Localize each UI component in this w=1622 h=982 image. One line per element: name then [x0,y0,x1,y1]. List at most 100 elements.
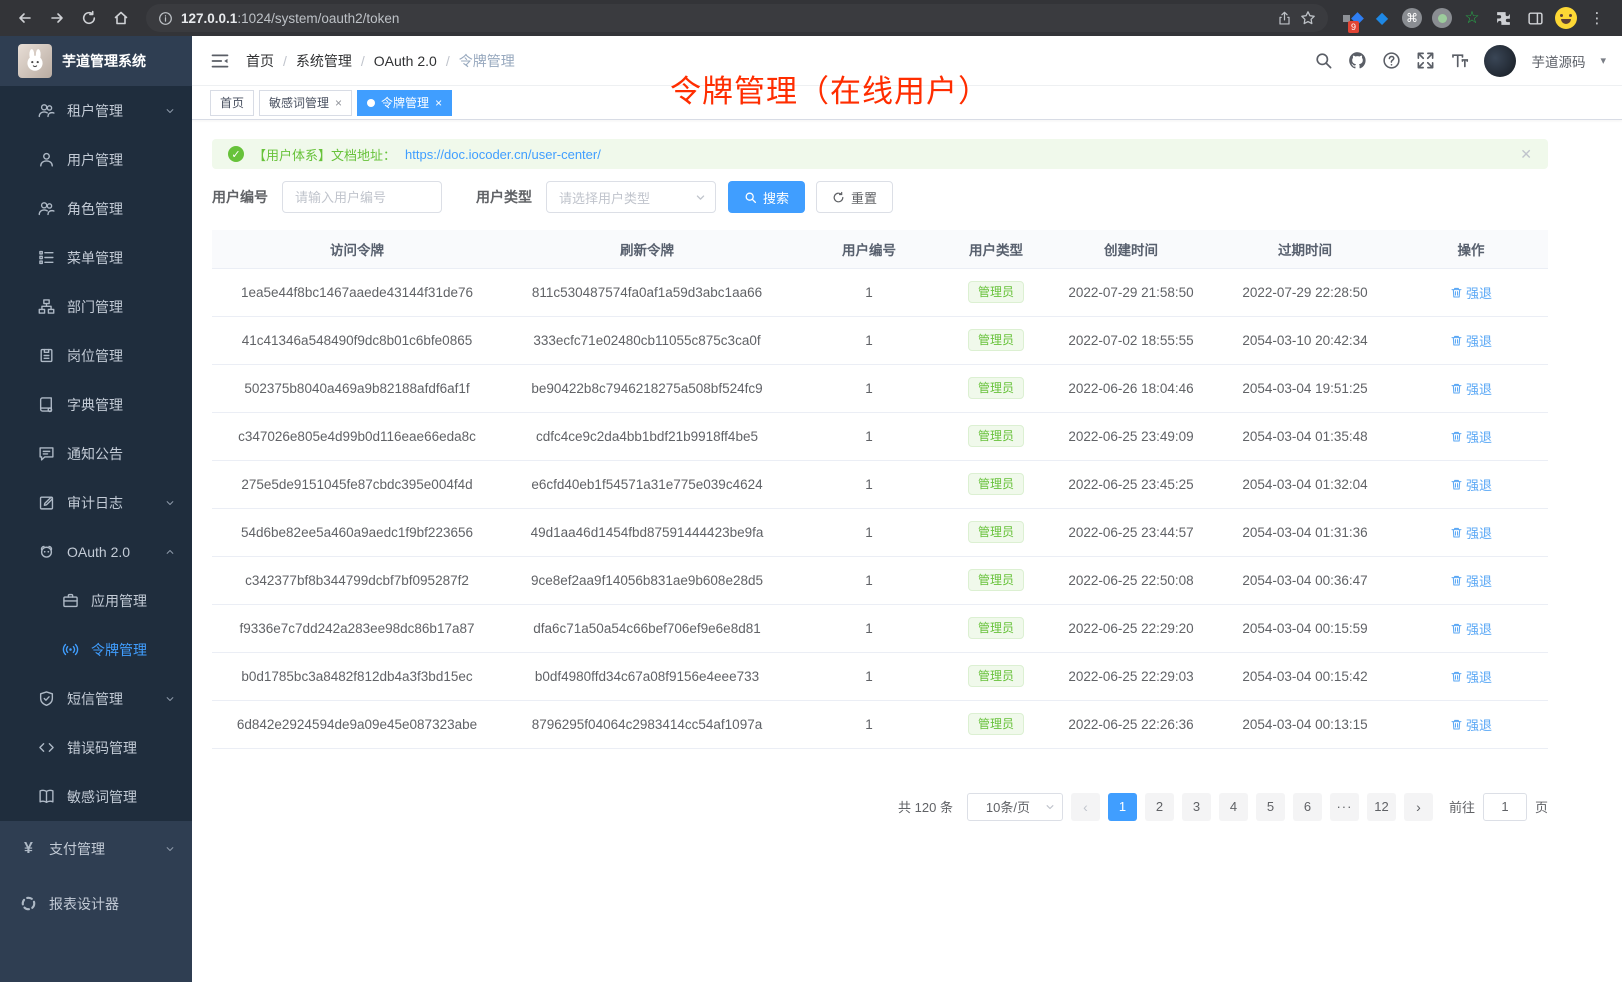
sidebar-item-audit-log[interactable]: 审计日志 [0,478,192,527]
sidebar-item-tenant-management[interactable]: 租户管理 [0,86,192,135]
address-bar[interactable]: 127.0.0.1:1024/system/oauth2/token [146,4,1328,32]
alert-close-icon[interactable]: ✕ [1520,146,1532,163]
forward-icon[interactable] [44,5,70,31]
sidebar-item-role-management[interactable]: 角色管理 [0,184,192,233]
table-row: 54d6be82ee5a460a9aedc1f9bf22365649d1aa46… [212,508,1548,556]
refresh-token-cell: cdfc4ce9c2da4bb1bdf21b9918ff4be5 [502,412,792,460]
share-icon[interactable] [1277,11,1292,26]
sidebar-item-app-management[interactable]: 应用管理 [0,576,192,625]
column-header[interactable]: 访问令牌 [212,230,502,268]
token-management-icon [62,641,79,658]
page-button-6[interactable]: 6 [1293,793,1322,821]
page-button-3[interactable]: 3 [1182,793,1211,821]
app-logo-row[interactable]: 芋道管理系统 [0,36,192,86]
tab-close-icon[interactable]: × [335,97,342,109]
sidebar-item-user-management[interactable]: 用户管理 [0,135,192,184]
search-button[interactable]: 搜索 [728,181,805,213]
column-header[interactable]: 用户类型 [946,230,1046,268]
chevron-down-icon [1044,801,1056,813]
reset-button[interactable]: 重置 [816,181,893,213]
tab-close-icon[interactable]: × [435,97,442,109]
prev-page-button[interactable]: ‹ [1071,793,1100,821]
bookmark-star-icon[interactable] [1300,10,1316,26]
trash-icon [1450,334,1463,347]
page-button-2[interactable]: 2 [1145,793,1174,821]
page-ellipsis[interactable]: ··· [1330,793,1359,821]
force-logout-button[interactable]: 强退 [1450,523,1492,542]
tab-敏感词管理[interactable]: 敏感词管理× [259,90,352,116]
force-logout-button[interactable]: 强退 [1450,379,1492,398]
user-type-select[interactable]: 请选择用户类型 [546,181,716,213]
user-avatar[interactable] [1484,45,1516,77]
error-code-management-icon [38,739,55,756]
sidebar-item-notice-announcement[interactable]: 通知公告 [0,429,192,478]
user-id-cell: 1 [792,700,946,748]
sidebar-item-menu-management[interactable]: 菜单管理 [0,233,192,282]
force-logout-button[interactable]: 强退 [1450,283,1492,302]
tab-令牌管理[interactable]: 令牌管理× [357,90,452,116]
site-info-icon[interactable] [158,11,173,26]
side-panel-icon[interactable] [1522,5,1548,31]
extension-command-icon[interactable]: ⌘ [1400,6,1424,30]
column-header[interactable]: 过期时间 [1216,230,1394,268]
force-logout-button[interactable]: 强退 [1450,667,1492,686]
home-icon[interactable] [108,5,134,31]
next-page-button[interactable]: › [1404,793,1433,821]
breadcrumb-home[interactable]: 首页 [246,51,274,71]
user-name[interactable]: 芋道源码 [1531,51,1585,71]
header-search-icon[interactable] [1314,51,1333,70]
sidebar-item-report-designer[interactable]: 报表设计器 [0,876,192,931]
sidebar-item-pay-management[interactable]: ¥支付管理 [0,821,192,876]
sidebar-item-post-management[interactable]: 岗位管理 [0,331,192,380]
profile-avatar-icon[interactable] [1554,6,1578,30]
created-time-cell: 2022-06-25 22:29:03 [1046,652,1216,700]
github-icon[interactable] [1348,51,1367,70]
page-button-5[interactable]: 5 [1256,793,1285,821]
column-header[interactable]: 操作 [1394,230,1548,268]
extension-palette-icon[interactable]: 9 [1340,6,1364,30]
sidebar-item-error-code-management[interactable]: 错误码管理 [0,723,192,772]
page-button-4[interactable]: 4 [1219,793,1248,821]
expire-time-cell: 2054-03-04 01:32:04 [1216,460,1394,508]
tab-首页[interactable]: 首页 [210,90,254,116]
user-menu-caret-icon[interactable]: ▾ [1600,54,1606,67]
back-icon[interactable] [12,5,38,31]
post-management-icon [38,347,55,364]
extension-star-icon[interactable]: ☆ [1460,6,1484,30]
sidebar-collapse-icon[interactable] [210,51,230,71]
force-logout-button[interactable]: 强退 [1450,331,1492,350]
user-no-input[interactable] [282,181,442,213]
force-logout-button[interactable]: 强退 [1450,571,1492,590]
sidebar-item-dept-management[interactable]: 部门管理 [0,282,192,331]
reload-icon[interactable] [76,5,102,31]
page-button-1[interactable]: 1 [1108,793,1137,821]
sidebar-item-dict-management[interactable]: 字典管理 [0,380,192,429]
fullscreen-icon[interactable] [1416,51,1435,70]
help-icon[interactable] [1382,51,1401,70]
sidebar-item-oauth2[interactable]: OAuth 2.0 [0,527,192,576]
sensitive-word-management-icon [38,788,55,805]
browser-menu-icon[interactable]: ⋮ [1584,5,1610,31]
extension-dot-icon[interactable] [1430,6,1454,30]
force-logout-button[interactable]: 强退 [1450,619,1492,638]
breadcrumb-system[interactable]: 系统管理 [296,51,352,71]
force-logout-button[interactable]: 强退 [1450,427,1492,446]
extension-gem-icon[interactable]: ◆ [1370,6,1394,30]
sidebar-item-sensitive-word-management[interactable]: 敏感词管理 [0,772,192,821]
page-size-select[interactable]: 10条/页 [967,793,1063,821]
sidebar-item-sms-management[interactable]: 短信管理 [0,674,192,723]
breadcrumb-oauth2[interactable]: OAuth 2.0 [374,53,437,69]
force-logout-button[interactable]: 强退 [1450,475,1492,494]
column-header[interactable]: 用户编号 [792,230,946,268]
column-header[interactable]: 创建时间 [1046,230,1216,268]
extensions-puzzle-icon[interactable] [1490,5,1516,31]
goto-page-input[interactable] [1483,793,1527,821]
sidebar-item-token-management[interactable]: 令牌管理 [0,625,192,674]
font-size-icon[interactable] [1450,51,1469,70]
created-time-cell: 2022-06-25 22:26:36 [1046,700,1216,748]
doc-alert: ✓ 【用户体系】文档地址： https://doc.iocoder.cn/use… [212,139,1548,169]
doc-link[interactable]: https://doc.iocoder.cn/user-center/ [405,147,601,162]
column-header[interactable]: 刷新令牌 [502,230,792,268]
force-logout-button[interactable]: 强退 [1450,715,1492,734]
page-button-12[interactable]: 12 [1367,793,1396,821]
